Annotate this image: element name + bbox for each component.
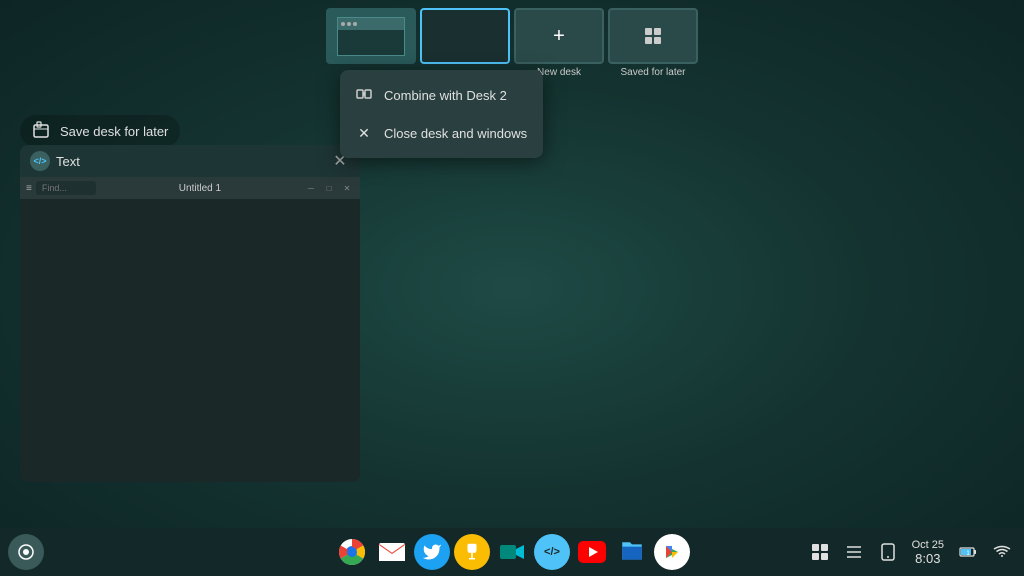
new-desk-container: + New desk: [514, 8, 604, 78]
desk2-thumb[interactable]: [420, 8, 510, 64]
save-desk-icon: [32, 121, 52, 141]
date-display: Oct 25: [912, 539, 944, 551]
gmail-icon: [378, 538, 406, 566]
time-display: 8:03: [915, 551, 940, 566]
desktop: + New desk Saved for later: [0, 0, 1024, 576]
inner-window-left-controls: ≡: [26, 181, 96, 195]
code-label: </>: [544, 546, 560, 558]
inner-window-controls: ─ □ ✕: [304, 181, 354, 195]
virtual-desks-icon[interactable]: [806, 538, 834, 566]
taskbar-code[interactable]: </>: [534, 534, 570, 570]
taskbar-keep[interactable]: [454, 534, 490, 570]
window-card-title: </> Text: [30, 151, 80, 171]
taskbar-youtube[interactable]: [574, 534, 610, 570]
window-card-title-text: Text: [56, 154, 80, 169]
notifications-icon[interactable]: [840, 538, 868, 566]
new-desk-icon: +: [553, 25, 565, 48]
wifi-icon[interactable]: [988, 538, 1016, 566]
combine-label: Combine with Desk 2: [384, 88, 507, 103]
chrome-icon: [338, 538, 366, 566]
new-desk-label: New desk: [537, 67, 581, 78]
youtube-icon: [578, 541, 606, 563]
mobile-icon: [880, 543, 896, 561]
close-desk-windows-item[interactable]: ✕ Close desk and windows: [340, 115, 543, 152]
taskbar: </>: [0, 528, 1024, 576]
list-icon: [845, 543, 863, 561]
taskbar-gmail[interactable]: [374, 534, 410, 570]
inner-window-title-text: Untitled 1: [179, 183, 221, 194]
close-desk-icon: ✕: [356, 125, 372, 142]
inner-search-input[interactable]: [36, 181, 96, 195]
meet-icon: [498, 538, 526, 566]
battery-status-icon: 1: [959, 543, 977, 561]
launcher-icon: [17, 543, 35, 561]
saved-for-later-label: Saved for later: [620, 67, 685, 78]
desk1-thumb[interactable]: [326, 8, 416, 64]
new-desk-button[interactable]: +: [514, 8, 604, 64]
taskbar-chrome[interactable]: [334, 534, 370, 570]
taskbar-right: Oct 25 8:03 1: [806, 538, 1016, 566]
taskbar-twitter[interactable]: [414, 534, 450, 570]
taskbar-play[interactable]: [654, 534, 690, 570]
wifi-status-icon: [993, 543, 1011, 561]
saved-for-later-button[interactable]: [608, 8, 698, 64]
inner-text-window: ≡ Untitled 1 ─ □ ✕: [20, 177, 360, 482]
text-app-window-card: </> Text ✕ ≡ Untitled 1 ─ □ ✕: [20, 145, 360, 482]
text-editor-area[interactable]: [20, 199, 360, 482]
desk2-preview[interactable]: [420, 8, 510, 64]
maximize-button[interactable]: □: [322, 181, 336, 195]
inner-window-titlebar: ≡ Untitled 1 ─ □ ✕: [20, 177, 360, 199]
taskbar-meet[interactable]: [494, 534, 530, 570]
phone-icon[interactable]: [874, 538, 902, 566]
saved-for-later-container: Saved for later: [608, 8, 698, 78]
desk-context-menu: Combine with Desk 2 ✕ Close desk and win…: [340, 70, 543, 158]
taskbar-apps: </>: [334, 534, 690, 570]
twitter-icon: [422, 542, 442, 562]
play-store-icon: [664, 544, 680, 560]
date-time-widget[interactable]: Oct 25 8:03: [908, 539, 948, 566]
grid-icon: [643, 26, 663, 46]
text-app-icon: </>: [30, 151, 50, 171]
desk1-preview[interactable]: [326, 8, 416, 64]
close-button[interactable]: ✕: [340, 181, 354, 195]
taskbar-left: [8, 534, 44, 570]
launcher-button[interactable]: [8, 534, 44, 570]
hamburger-icon[interactable]: ≡: [26, 183, 32, 194]
desk-switcher: + New desk Saved for later: [326, 8, 698, 78]
taskbar-files[interactable]: [614, 534, 650, 570]
combine-with-desk2-item[interactable]: Combine with Desk 2: [340, 76, 543, 115]
close-desk-label: Close desk and windows: [384, 126, 527, 141]
battery-icon[interactable]: 1: [954, 538, 982, 566]
desks-icon: [811, 543, 829, 561]
minimize-button[interactable]: ─: [304, 181, 318, 195]
window-card-header: </> Text ✕: [20, 145, 360, 177]
files-icon: [619, 539, 645, 565]
save-desk-for-later-button[interactable]: Save desk for later: [20, 115, 180, 147]
combine-icon: [356, 86, 372, 105]
save-desk-label: Save desk for later: [60, 124, 168, 139]
keep-icon: [463, 543, 481, 561]
